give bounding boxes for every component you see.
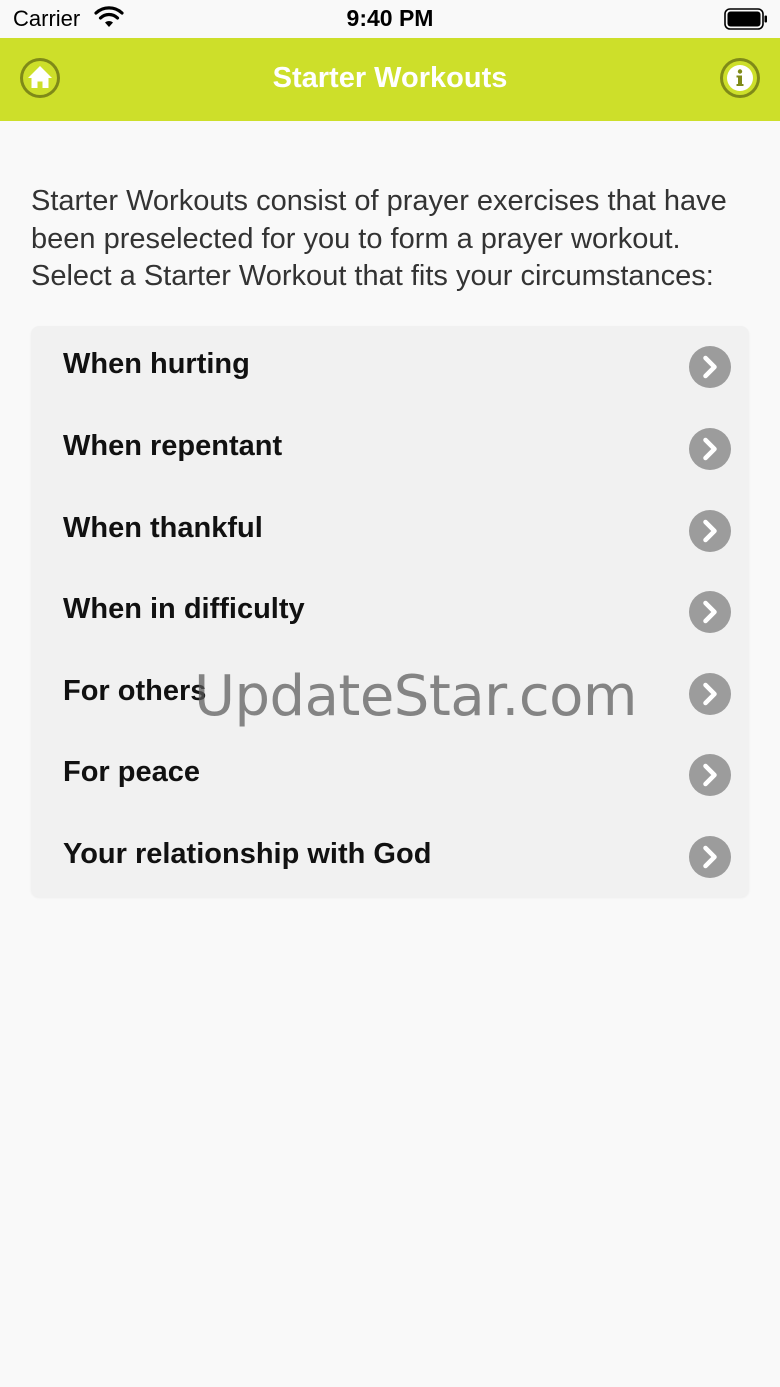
nav-bar: Starter Workouts [0, 38, 780, 121]
chevron-right-icon [689, 673, 731, 715]
chevron-right-icon [689, 754, 731, 796]
workout-list: When hurting When repentant When thankfu… [31, 326, 749, 897]
info-icon[interactable] [719, 57, 761, 99]
workout-item-when-repentant[interactable]: When repentant [31, 408, 749, 490]
workout-label: For peace [63, 756, 200, 788]
chevron-right-icon [689, 510, 731, 552]
status-time: 9:40 PM [346, 5, 434, 31]
page-title: Starter Workouts [272, 62, 508, 94]
workout-item-when-in-difficulty[interactable]: When in difficulty [31, 571, 749, 653]
workout-label: When thankful [63, 512, 263, 544]
workout-label: For others [63, 675, 207, 707]
workout-item-when-hurting[interactable]: When hurting [31, 326, 749, 408]
status-bar: Carrier 9:40 PM [0, 0, 780, 38]
intro-text: Starter Workouts consist of prayer exerc… [31, 185, 727, 292]
workout-item-for-peace[interactable]: For peace [31, 734, 749, 816]
workout-item-when-thankful[interactable]: When thankful [31, 490, 749, 572]
chevron-right-icon [689, 591, 731, 633]
watermark-text: UpdateStar.com [194, 664, 637, 729]
battery-icon [724, 8, 767, 30]
workout-label: When hurting [63, 348, 250, 380]
workout-item-relationship-with-god[interactable]: Your relationship with God [31, 816, 749, 898]
chevron-right-icon [689, 346, 731, 388]
workout-label: When repentant [63, 430, 283, 462]
chevron-right-icon [689, 836, 731, 878]
workout-label: When in difficulty [63, 593, 305, 625]
chevron-right-icon [689, 428, 731, 470]
workout-label: Your relationship with God [63, 838, 432, 870]
